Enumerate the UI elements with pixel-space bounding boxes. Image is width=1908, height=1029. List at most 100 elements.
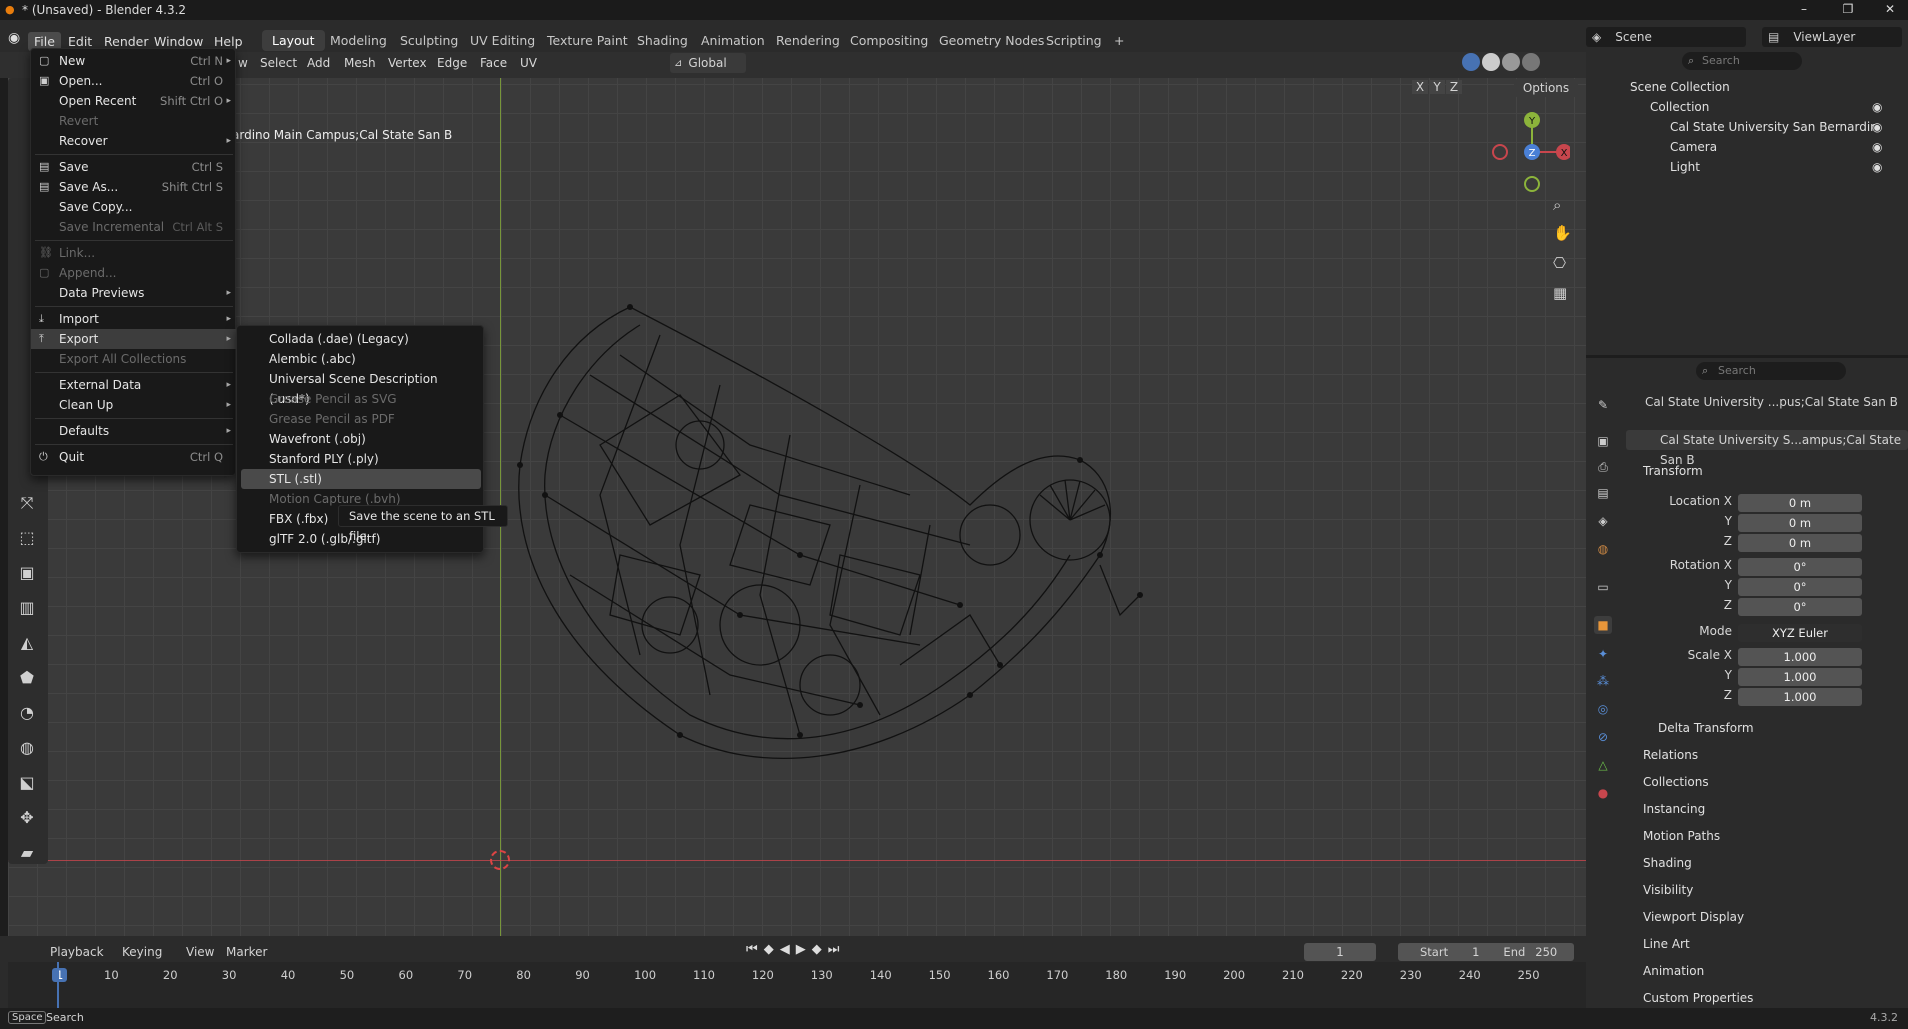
loop-cut-tool-icon[interactable]: ▥ bbox=[14, 595, 40, 621]
modifier-tab-icon[interactable]: ✦ bbox=[1594, 645, 1612, 663]
tab-shading[interactable]: Shading bbox=[627, 30, 698, 51]
wireframe-shading-icon[interactable] bbox=[1462, 53, 1480, 71]
tab-rendering[interactable]: Rendering bbox=[766, 30, 850, 51]
campus-mesh-wireframe[interactable] bbox=[500, 295, 1160, 795]
prev-keyframe-icon[interactable]: ◆ bbox=[764, 942, 774, 957]
file-menu-open-recent[interactable]: Open Recent Shift Ctrl O ▸ bbox=[31, 91, 237, 111]
shading-mode-buttons[interactable] bbox=[1462, 53, 1540, 71]
constraints-tab-icon[interactable]: ⊘ bbox=[1594, 728, 1612, 746]
view-layer-tab-icon[interactable]: ▤ bbox=[1594, 484, 1612, 502]
blender-menu-icon[interactable]: ◉ bbox=[8, 30, 20, 46]
rotation-y-field[interactable]: 0° bbox=[1738, 578, 1862, 596]
knife-tool-icon[interactable]: ◭ bbox=[14, 630, 40, 656]
ortho-grid-icon[interactable]: ▦ bbox=[1553, 284, 1567, 302]
rotation-x-field[interactable]: 0° bbox=[1738, 558, 1862, 576]
output-tab-icon[interactable]: ⎙ bbox=[1594, 458, 1612, 476]
scale-y-field[interactable]: 1.000 bbox=[1738, 668, 1862, 686]
eye-icon[interactable]: ◉ bbox=[1872, 140, 1882, 154]
scale-z-field[interactable]: 1.000 bbox=[1738, 688, 1862, 706]
instancing-panel[interactable]: Instancing bbox=[1643, 802, 1705, 816]
location-z-field[interactable]: 0 m bbox=[1738, 534, 1862, 552]
tab-uv-editing[interactable]: UV Editing bbox=[460, 30, 545, 51]
line-art-panel[interactable]: Line Art bbox=[1643, 937, 1690, 951]
viewlayer-selector[interactable]: ▤ ViewLayer bbox=[1762, 27, 1902, 47]
eye-icon[interactable]: ◉ bbox=[1872, 160, 1882, 174]
inset-tool-icon[interactable]: ▣ bbox=[14, 560, 40, 586]
outliner-scene-collection[interactable]: Scene Collection bbox=[1630, 80, 1730, 94]
material-shading-icon[interactable] bbox=[1502, 53, 1520, 71]
rotation-mode-dropdown[interactable]: XYZ Euler bbox=[1738, 624, 1862, 642]
add-workspace-button[interactable]: + bbox=[1104, 30, 1134, 51]
viewport-menu-uv[interactable]: UV bbox=[520, 56, 537, 70]
tab-compositing[interactable]: Compositing bbox=[840, 30, 938, 51]
export-wavefront-obj[interactable]: Wavefront (.obj) bbox=[241, 429, 481, 449]
export-usd[interactable]: Universal Scene Description (.usd*) bbox=[241, 369, 481, 406]
file-menu-save-copy[interactable]: Save Copy... bbox=[31, 197, 237, 217]
custom-properties-panel[interactable]: Custom Properties bbox=[1643, 991, 1753, 1005]
file-menu-data-previews[interactable]: Data Previews ▸ bbox=[31, 283, 237, 303]
tab-scripting[interactable]: Scripting bbox=[1036, 30, 1112, 51]
pan-hand-icon[interactable]: ✋ bbox=[1553, 224, 1572, 242]
orientation-dropdown[interactable]: ⊿ Global bbox=[670, 53, 746, 73]
play-icon[interactable]: ▶ bbox=[796, 942, 806, 957]
jump-start-icon[interactable]: ⏮ bbox=[746, 942, 758, 957]
object-tab-icon[interactable]: ■ bbox=[1594, 616, 1612, 634]
current-frame-field[interactable]: 1 bbox=[1304, 943, 1376, 961]
shrink-fatten-tool-icon[interactable]: ✥ bbox=[14, 805, 40, 831]
timeline-menu-view[interactable]: View bbox=[186, 945, 214, 959]
outliner-object-campus[interactable]: Cal State University San Bernardir bbox=[1670, 120, 1875, 134]
rotation-z-field[interactable]: 0° bbox=[1738, 598, 1862, 616]
outliner-collection[interactable]: Collection bbox=[1650, 100, 1709, 114]
viewport-axes-toggle[interactable]: X Y Z bbox=[1412, 80, 1462, 94]
location-y-field[interactable]: 0 m bbox=[1738, 514, 1862, 532]
eye-icon[interactable]: ◉ bbox=[1872, 120, 1882, 134]
solid-shading-icon[interactable] bbox=[1482, 53, 1500, 71]
collections-panel[interactable]: Collections bbox=[1643, 775, 1709, 789]
end-value[interactable]: 250 bbox=[1535, 945, 1557, 959]
mesh-name-field[interactable]: Cal State University S...ampus;Cal State… bbox=[1626, 430, 1908, 467]
axis-z-toggle[interactable]: Z bbox=[1446, 80, 1462, 94]
scene-tab-icon[interactable]: ◈ bbox=[1594, 512, 1612, 530]
restore-button[interactable]: ❐ bbox=[1838, 2, 1858, 18]
timeline-menu-marker[interactable]: Marker bbox=[226, 945, 267, 959]
playhead[interactable] bbox=[57, 962, 59, 1008]
tab-modeling[interactable]: Modeling bbox=[320, 30, 397, 51]
render-tab-icon[interactable]: ▣ bbox=[1594, 432, 1612, 450]
outliner-object-camera[interactable]: Camera bbox=[1670, 140, 1717, 154]
transform-tool-icon[interactable]: ⤧ bbox=[14, 490, 40, 516]
viewport-menu-vertex[interactable]: Vertex bbox=[388, 56, 427, 70]
export-stl[interactable]: STL (.stl) bbox=[241, 469, 481, 489]
properties-search-input[interactable]: ⌕ Search bbox=[1696, 362, 1846, 380]
start-value[interactable]: 1 bbox=[1472, 945, 1479, 959]
export-collada[interactable]: Collada (.dae) (Legacy) bbox=[241, 329, 481, 349]
viewport-menu-face[interactable]: Face bbox=[480, 56, 507, 70]
smooth-tool-icon[interactable]: ◍ bbox=[14, 735, 40, 761]
particles-tab-icon[interactable]: ⁂ bbox=[1594, 672, 1612, 690]
tool-tab-icon[interactable]: ✎ bbox=[1594, 396, 1612, 414]
viewport-display-panel[interactable]: Viewport Display bbox=[1643, 910, 1744, 924]
viewport-menu-select[interactable]: Select bbox=[260, 56, 297, 70]
file-menu-external-data[interactable]: External Data ▸ bbox=[31, 375, 237, 395]
edge-slide-tool-icon[interactable]: ⬕ bbox=[14, 770, 40, 796]
minimize-button[interactable]: – bbox=[1794, 2, 1814, 18]
scale-x-field[interactable]: 1.000 bbox=[1738, 648, 1862, 666]
relations-panel[interactable]: Relations bbox=[1643, 748, 1698, 762]
viewport-menu-mesh[interactable]: Mesh bbox=[344, 56, 376, 70]
play-reverse-icon[interactable]: ◀ bbox=[780, 942, 790, 957]
tab-layout[interactable]: Layout bbox=[262, 30, 325, 51]
poly-build-tool-icon[interactable]: ⬟ bbox=[14, 665, 40, 691]
extrude-tool-icon[interactable]: ⬚ bbox=[14, 525, 40, 551]
file-menu-quit[interactable]: ⏻ Quit Ctrl Q bbox=[31, 447, 237, 467]
tab-sculpting[interactable]: Sculpting bbox=[390, 30, 468, 51]
file-menu-recover[interactable]: Recover ▸ bbox=[31, 131, 237, 151]
outliner-search-input[interactable]: ⌕ Search bbox=[1682, 52, 1802, 70]
timeline-menu-playback[interactable]: Playback bbox=[50, 945, 104, 959]
spin-tool-icon[interactable]: ◔ bbox=[14, 700, 40, 726]
shading-panel[interactable]: Shading bbox=[1643, 856, 1692, 870]
navigation-gizmo[interactable]: Y X Z bbox=[1490, 110, 1570, 194]
world-tab-icon[interactable]: ◍ bbox=[1594, 540, 1612, 558]
collection-tab-icon[interactable]: ▭ bbox=[1594, 578, 1612, 596]
frame-range[interactable]: Start 1 End 250 bbox=[1398, 943, 1574, 961]
shear-tool-icon[interactable]: ▰ bbox=[14, 840, 40, 866]
transform-panel-header[interactable]: Transform bbox=[1643, 464, 1703, 478]
